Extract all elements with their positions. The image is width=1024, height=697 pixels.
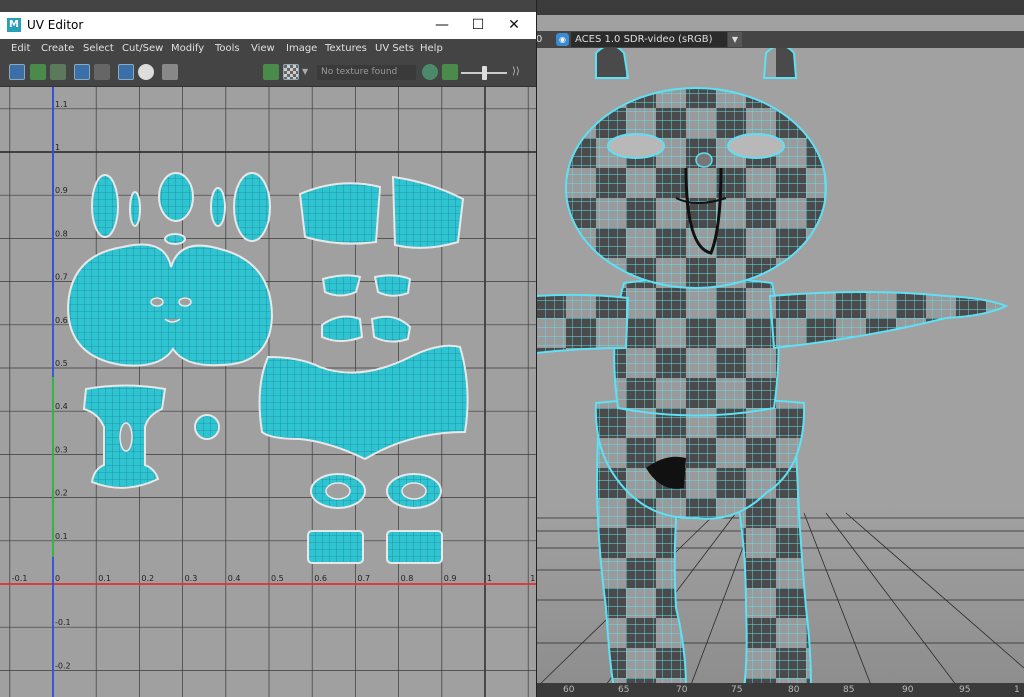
grid-label-v: 0.4 (55, 402, 68, 411)
layout-icon[interactable] (50, 64, 66, 80)
menu-modify[interactable]: Modify (171, 39, 204, 59)
grid-label-v: 0.7 (55, 273, 68, 282)
uv-shell-small[interactable] (164, 233, 186, 245)
maximize-button[interactable]: ☐ (461, 12, 495, 39)
texture-field[interactable]: No texture found (317, 65, 416, 80)
uv-shell-ear-piece[interactable] (129, 191, 141, 227)
ruler-tick-label: 80 (788, 685, 800, 695)
ruler-tick-label: 1 (1014, 685, 1020, 695)
menu-select[interactable]: Select (83, 39, 114, 59)
uv-editor-toolbar: ▼ No texture found ⟩⟩ (0, 59, 536, 87)
checker-icon[interactable] (283, 64, 299, 80)
uv-shell-leg-a[interactable] (307, 530, 364, 564)
uv-editor-titlebar[interactable]: M UV Editor — ☐ ✕ (0, 12, 536, 39)
grid-label-v: 0.9 (55, 186, 68, 195)
uv-shell-select-icon[interactable] (9, 64, 25, 80)
uv-shell-shorts[interactable] (258, 344, 469, 461)
ruler-tick-label: 60 (563, 685, 575, 695)
menu-uv-sets[interactable]: UV Sets (375, 39, 414, 59)
uv-shell-ear-left[interactable] (91, 174, 119, 238)
grid-label-u: 0.4 (228, 574, 241, 583)
colorspace-dropdown[interactable]: ACES 1.0 SDR-video (sRGB) (571, 32, 727, 47)
uv-grid-canvas[interactable]: -0.1 0 0.1 0.2 0.3 0.4 0.5 0.6 0.7 0.8 0.9 1 1. 1.1 1 0… (0, 87, 536, 697)
uv-shell-leg-b[interactable] (386, 530, 443, 564)
grid-label-v: 1.1 (55, 100, 68, 109)
grid-label-v: 0.3 (55, 445, 68, 454)
more-tools-icon[interactable]: ⟩⟩ (512, 64, 522, 80)
grid-label-u: 1 (487, 574, 492, 583)
grid-label-u: 0.9 (444, 574, 457, 583)
uv-shell-arm-b[interactable] (373, 274, 412, 297)
uv-shell-arm-a[interactable] (321, 274, 362, 297)
uv-shell-nose[interactable] (158, 172, 194, 222)
ruler-tick-label: 85 (843, 685, 855, 695)
menu-help[interactable]: Help (420, 39, 443, 59)
grid-label-u: 0.1 (98, 574, 111, 583)
close-button[interactable]: ✕ (497, 12, 531, 39)
uv-shell-body-back[interactable] (391, 175, 465, 249)
exposure-icon[interactable] (442, 64, 458, 80)
ruler-tick-label: 65 (618, 685, 630, 695)
grid-label-u: -0.1 (12, 574, 28, 583)
menu-textures[interactable]: Textures (325, 39, 367, 59)
colorspace-icon[interactable]: ◉ (556, 33, 569, 46)
ruler-tick-label: 95 (959, 685, 971, 695)
grid-label-v: 0.5 (55, 359, 68, 368)
grid-label-u: 1. (530, 574, 536, 583)
stack-icon[interactable] (30, 64, 46, 80)
grid-label-v: 0.1 (55, 532, 68, 541)
uv-shell-ear-right[interactable] (233, 172, 271, 242)
grid-label-u: 0.5 (271, 574, 284, 583)
grid-label-u: 0.3 (185, 574, 198, 583)
uv-editor-menubar: Edit Create Select Cut/Sew Modify Tools … (0, 39, 536, 59)
sphere-icon[interactable] (422, 64, 438, 80)
exposure-slider-thumb[interactable] (482, 66, 487, 80)
uv-editor-window: M UV Editor — ☐ ✕ Edit Create Select Cut… (0, 0, 537, 697)
menu-tools[interactable]: Tools (215, 39, 240, 59)
maya-logo-icon: M (7, 18, 21, 32)
window-title: UV Editor (27, 18, 84, 32)
camera-icon[interactable] (162, 64, 178, 80)
chevron-down-icon[interactable]: ▼ (302, 64, 312, 80)
menu-edit[interactable]: Edit (11, 39, 30, 59)
grid-view-icon[interactable] (74, 64, 90, 80)
grid-label-u: 0.6 (314, 574, 327, 583)
character-head (565, 48, 827, 289)
grid-toggle-icon[interactable] (94, 64, 110, 80)
ruler-tick-label: 70 (676, 685, 688, 695)
grid-label-u: 0 (55, 574, 60, 583)
snap-icon[interactable] (118, 64, 134, 80)
grid-label-v: 0.6 (55, 316, 68, 325)
grid-label-u: 0.2 (141, 574, 154, 583)
minimize-button[interactable]: — (425, 12, 459, 39)
uv-shell-tail[interactable] (194, 414, 220, 440)
menu-view[interactable]: View (251, 39, 275, 59)
grid-label-u: 0.8 (401, 574, 414, 583)
grid-label-v: 0.2 (55, 489, 68, 498)
menu-create[interactable]: Create (41, 39, 74, 59)
grid-label-u: 0.7 (357, 574, 370, 583)
uv-shell-hand-b[interactable] (370, 315, 412, 343)
grid-label-v: -0.2 (55, 661, 71, 670)
menu-cut-sew[interactable]: Cut/Sew (122, 39, 163, 59)
uv-shell-head[interactable] (66, 243, 274, 367)
chevron-down-icon[interactable]: ▼ (728, 32, 742, 47)
grid-label-v: -0.1 (55, 618, 71, 627)
uv-shell-body-front[interactable] (298, 182, 382, 245)
uv-shell-ear-piece-2[interactable] (210, 187, 226, 227)
viewport-scene (536, 48, 1024, 697)
grid-label-v: 0.8 (55, 229, 68, 238)
ruler-tick-label: 75 (731, 685, 743, 695)
character-torso (613, 277, 780, 417)
ruler-tick-label: 90 (902, 685, 914, 695)
time-slider-ruler[interactable]: 60 65 70 75 80 85 90 95 1 (536, 683, 1024, 697)
uv-shell-hand-a[interactable] (321, 315, 364, 342)
target-icon[interactable] (138, 64, 154, 80)
uv-grid-svg: -0.1 0 0.1 0.2 0.3 0.4 0.5 0.6 0.7 0.8 0.9 1 1. 1.1 1 0… (0, 87, 536, 697)
grid-label-v: 1 (55, 143, 60, 152)
menu-image[interactable]: Image (286, 39, 317, 59)
image-icon[interactable] (263, 64, 279, 80)
